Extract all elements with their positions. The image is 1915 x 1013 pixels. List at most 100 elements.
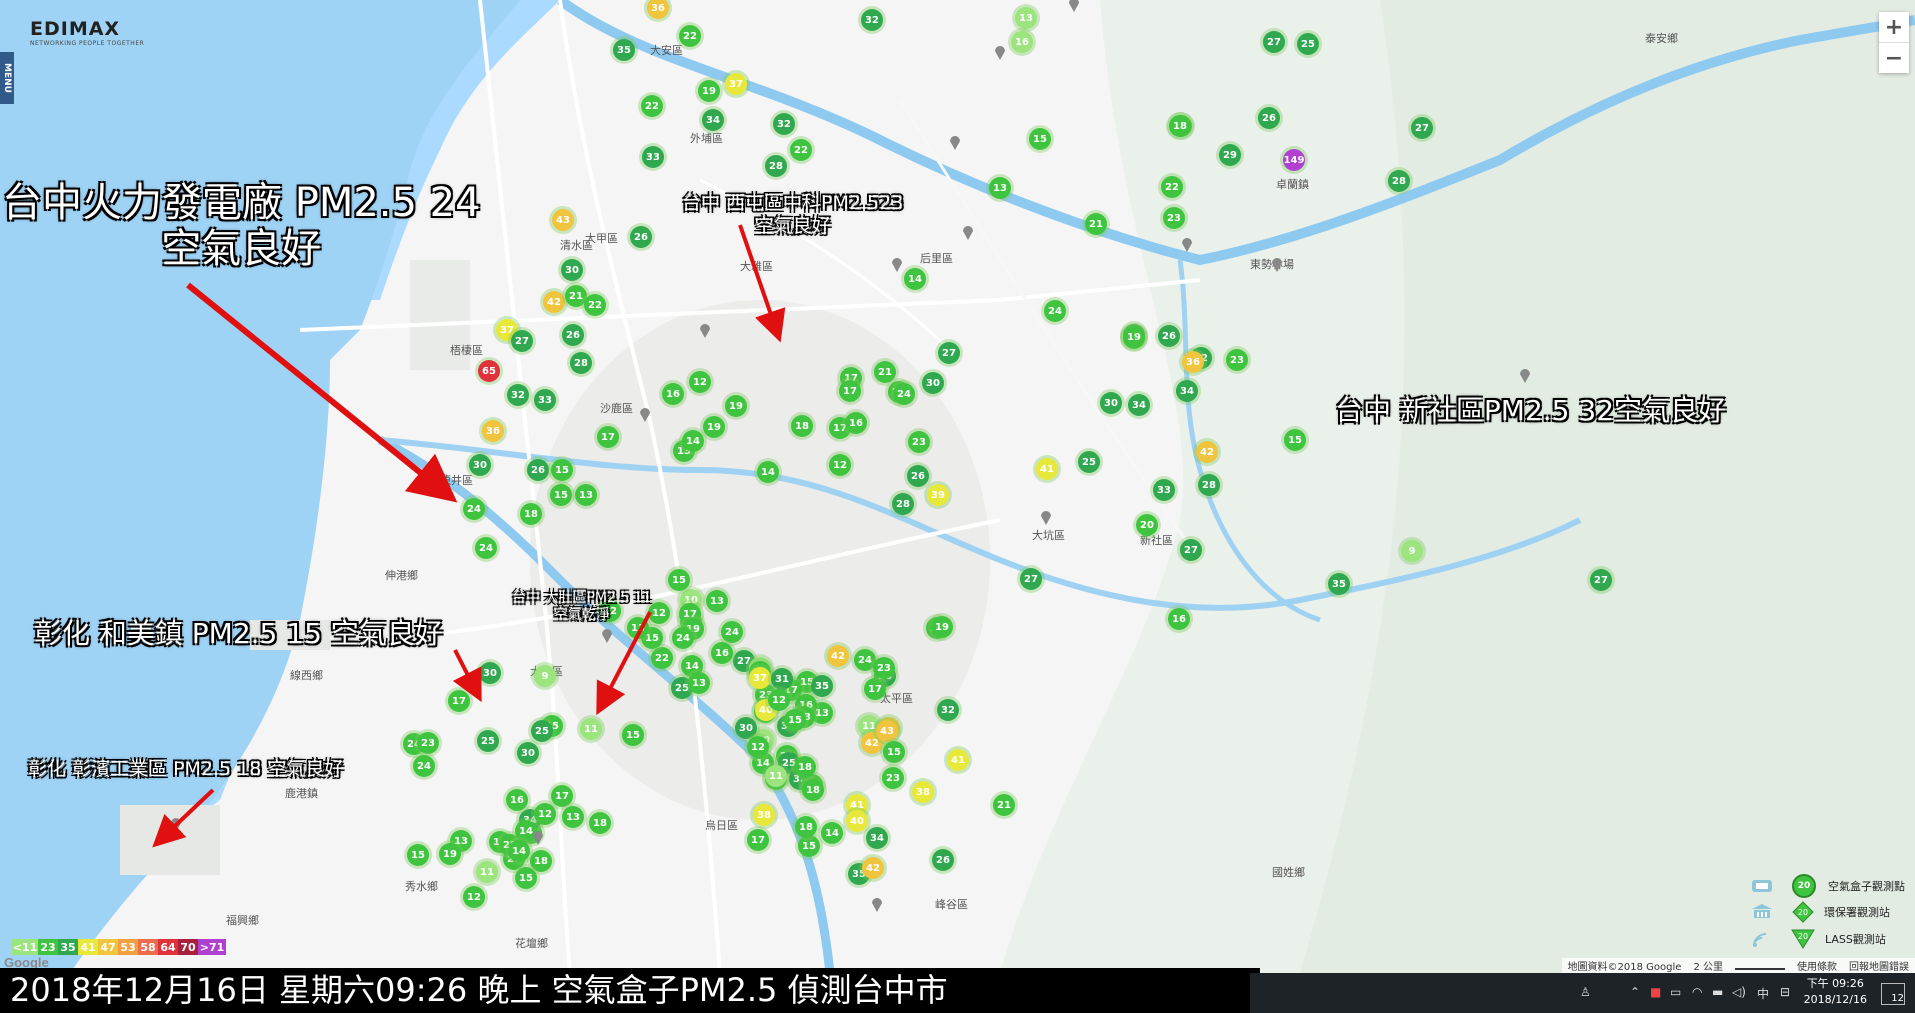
station-marker[interactable]: 34 (1176, 380, 1198, 402)
station-marker[interactable]: 15 (668, 569, 690, 591)
station-marker[interactable]: 15 (622, 724, 644, 746)
station-marker[interactable]: 15 (550, 484, 572, 506)
epa-pin-icon[interactable] (171, 818, 181, 832)
station-marker[interactable]: 28 (1388, 170, 1410, 192)
station-marker[interactable]: 18 (795, 816, 817, 838)
station-marker[interactable]: 23 (908, 431, 930, 453)
station-marker[interactable]: 15 (1284, 429, 1306, 451)
station-marker[interactable]: 26 (1158, 325, 1180, 347)
station-marker[interactable]: 23 (873, 657, 895, 679)
station-marker[interactable]: 41 (947, 749, 969, 771)
station-marker[interactable]: 19 (725, 395, 747, 417)
station-marker[interactable]: 30 (517, 742, 539, 764)
station-marker[interactable]: 13 (1015, 7, 1037, 29)
station-marker[interactable]: 32 (507, 384, 529, 406)
report-error-link[interactable]: 回報地圖錯誤 (1849, 958, 1909, 973)
station-marker[interactable]: 21 (874, 361, 896, 383)
epa-pin-icon[interactable] (1520, 369, 1530, 383)
station-marker[interactable]: 23 (417, 732, 439, 754)
station-marker[interactable]: 26 (630, 226, 652, 248)
station-marker[interactable]: 16 (662, 383, 684, 405)
station-marker[interactable]: 32 (861, 9, 883, 31)
station-marker[interactable]: 19 (698, 80, 720, 102)
station-marker[interactable]: 36 (482, 420, 504, 442)
station-marker[interactable]: 28 (765, 155, 787, 177)
station-marker[interactable]: 18 (530, 850, 552, 872)
station-marker[interactable]: 15 (515, 867, 537, 889)
station-marker[interactable]: 9 (1401, 540, 1423, 562)
station-marker[interactable]: 23 (1163, 207, 1185, 229)
station-marker[interactable]: 26 (527, 459, 549, 481)
station-marker[interactable]: 34 (702, 109, 724, 131)
station-marker[interactable]: 21 (1085, 213, 1107, 235)
system-clock[interactable]: 下午 09:26 2018/12/16 (1804, 976, 1867, 1008)
station-marker[interactable]: 17 (597, 426, 619, 448)
station-marker[interactable]: 27 (1411, 117, 1433, 139)
epa-pin-icon[interactable] (1272, 258, 1282, 272)
station-marker[interactable]: 35 (811, 675, 833, 697)
epa-pin-icon[interactable] (1069, 0, 1079, 12)
station-marker[interactable]: 27 (1590, 569, 1612, 591)
station-marker[interactable]: 32 (773, 113, 795, 135)
epa-pin-icon[interactable] (700, 324, 710, 338)
station-marker[interactable]: 13 (706, 590, 728, 612)
tray-chevron-icon[interactable]: ⌃ (1630, 985, 1640, 999)
station-marker[interactable]: 35 (1328, 573, 1350, 595)
station-marker[interactable]: 26 (562, 324, 584, 346)
station-marker[interactable]: 22 (651, 647, 673, 669)
station-marker[interactable]: 11 (580, 718, 602, 740)
station-marker[interactable]: 12 (463, 886, 485, 908)
station-marker[interactable]: 33 (642, 146, 664, 168)
station-marker[interactable]: 25 (531, 720, 553, 742)
station-marker[interactable]: 15 (798, 835, 820, 857)
station-marker[interactable]: 19 (931, 616, 953, 638)
epa-pin-icon[interactable] (602, 629, 612, 643)
epa-pin-icon[interactable] (963, 226, 973, 240)
station-marker[interactable]: 18 (791, 415, 813, 437)
station-marker[interactable]: 28 (892, 493, 914, 515)
station-marker[interactable]: 26 (932, 849, 954, 871)
station-marker[interactable]: 40 (846, 810, 868, 832)
station-marker[interactable]: 13 (562, 806, 584, 828)
ime-indicator[interactable]: 中 (1757, 985, 1769, 1002)
station-marker[interactable]: 65 (478, 360, 500, 382)
station-marker[interactable]: 31 (771, 668, 793, 690)
station-marker[interactable]: 18 (794, 756, 816, 778)
station-marker[interactable]: 27 (511, 330, 533, 352)
station-marker[interactable]: 27 (938, 342, 960, 364)
epa-pin-icon[interactable] (533, 831, 543, 845)
station-marker[interactable]: 41 (1036, 458, 1058, 480)
station-marker[interactable]: 19 (1123, 326, 1145, 348)
station-marker[interactable]: 12 (689, 371, 711, 393)
station-marker[interactable]: 17 (839, 380, 861, 402)
station-marker[interactable]: 9 (534, 665, 556, 687)
station-marker[interactable]: 22 (790, 139, 812, 161)
epa-pin-icon[interactable] (1041, 511, 1051, 525)
station-marker[interactable]: 14 (904, 268, 926, 290)
battery-icon[interactable]: ▭ (1670, 985, 1681, 999)
station-marker[interactable]: 24 (721, 621, 743, 643)
station-marker[interactable]: 12 (747, 736, 769, 758)
station-marker[interactable]: 18 (589, 812, 611, 834)
station-marker[interactable]: 34 (1128, 394, 1150, 416)
station-marker[interactable]: 22 (584, 294, 606, 316)
menu-button[interactable]: MENU (0, 52, 14, 104)
station-marker[interactable]: 12 (768, 689, 790, 711)
station-marker[interactable]: 18 (520, 503, 542, 525)
station-marker[interactable]: 16 (711, 642, 733, 664)
disk-icon[interactable]: ▬ (1712, 985, 1723, 999)
station-marker[interactable]: 17 (864, 678, 886, 700)
station-marker[interactable]: 15 (551, 459, 573, 481)
station-marker[interactable]: 23 (882, 767, 904, 789)
station-marker[interactable]: 11 (476, 861, 498, 883)
station-marker[interactable]: 26 (907, 465, 929, 487)
station-marker[interactable]: 17 (448, 690, 470, 712)
zoom-out-button[interactable]: − (1879, 42, 1909, 73)
station-marker[interactable]: 25 (477, 730, 499, 752)
station-marker[interactable]: 39 (927, 484, 949, 506)
station-marker[interactable]: 22 (679, 25, 701, 47)
station-marker[interactable]: 18 (802, 779, 824, 801)
station-marker[interactable]: 32 (937, 699, 959, 721)
station-marker[interactable]: 12 (534, 803, 556, 825)
station-marker[interactable]: 24 (1044, 300, 1066, 322)
